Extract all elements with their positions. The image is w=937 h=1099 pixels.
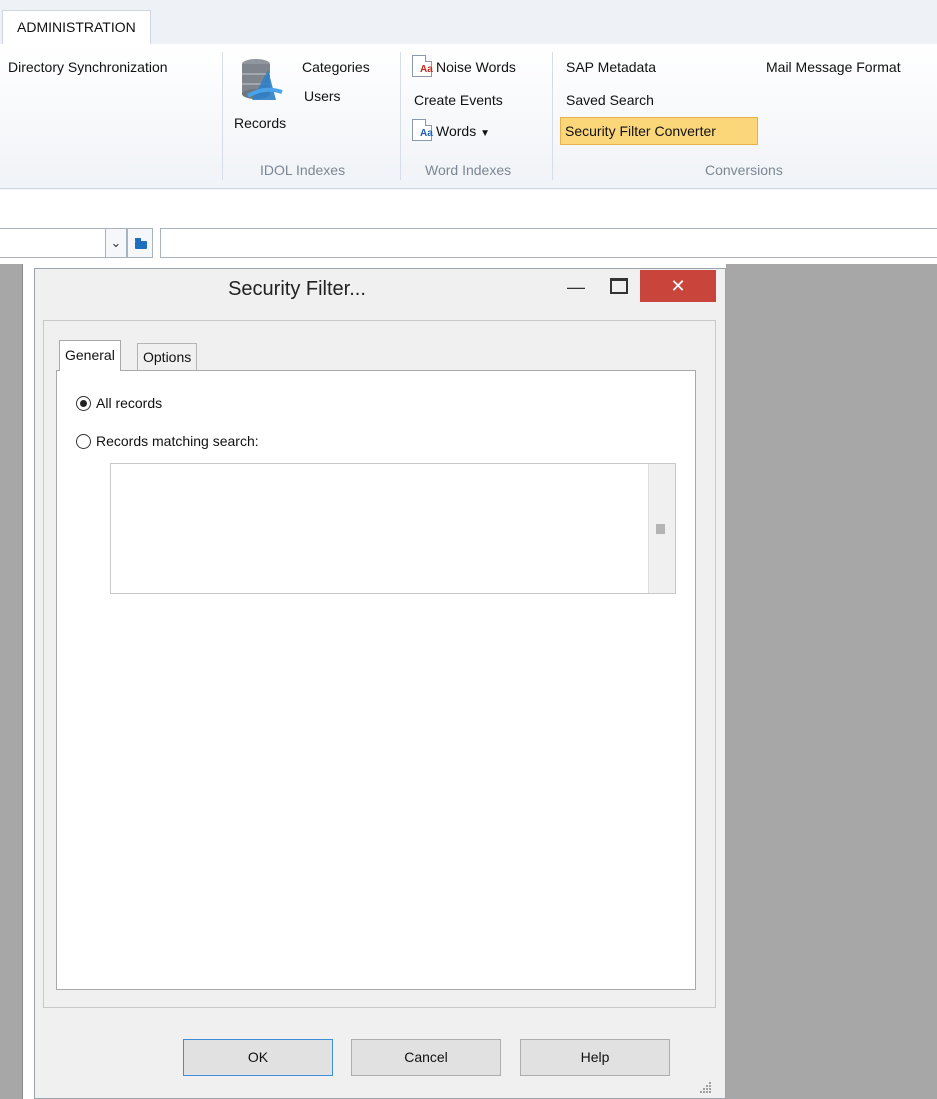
word-indexes-group-label: Word Indexes <box>425 162 512 178</box>
database-records-icon[interactable] <box>238 56 286 106</box>
group-separator <box>222 52 223 180</box>
users-button[interactable]: Users <box>304 88 341 104</box>
help-button[interactable]: Help <box>520 1039 670 1076</box>
tab-general[interactable]: General <box>59 340 121 371</box>
tab-administration[interactable]: ADMINISTRATION <box>2 10 151 44</box>
location-combo[interactable] <box>0 228 106 258</box>
chevron-down-icon: ▼ <box>480 128 490 139</box>
radio-records-matching-search[interactable] <box>76 434 91 449</box>
divider <box>22 264 23 1099</box>
chevron-down-icon[interactable]: ⌄ <box>105 228 127 258</box>
security-filter-converter-button[interactable]: Security Filter Converter <box>560 117 758 145</box>
records-matching-search-label: Records matching search: <box>96 433 259 449</box>
workspace-background <box>726 264 937 1099</box>
sap-metadata-button[interactable]: SAP Metadata <box>566 59 656 75</box>
noise-words-button[interactable]: Noise Words <box>436 59 516 75</box>
idol-indexes-group-label: IDOL Indexes <box>260 162 346 178</box>
all-records-label: All records <box>96 395 163 411</box>
workspace-background <box>0 264 22 1099</box>
address-input[interactable] <box>160 228 937 258</box>
words-label: Words <box>436 123 477 139</box>
group-separator <box>552 52 553 180</box>
minimize-icon[interactable]: — <box>560 272 592 302</box>
directory-synchronization-button[interactable]: Directory Synchronization <box>8 59 168 75</box>
words-icon: Aa <box>412 119 433 141</box>
mail-message-format-button[interactable]: Mail Message Format <box>766 59 901 75</box>
close-icon[interactable]: ✕ <box>640 270 716 302</box>
maximize-icon[interactable] <box>600 272 632 302</box>
cancel-button[interactable]: Cancel <box>351 1039 501 1076</box>
noise-words-icon: Aa <box>412 55 433 77</box>
categories-button[interactable]: Categories <box>302 59 370 75</box>
resize-grip-icon[interactable] <box>700 1082 712 1094</box>
words-button[interactable]: Words ▼ <box>436 123 490 139</box>
scrollbar-thumb[interactable] <box>656 524 665 534</box>
search-textarea[interactable] <box>110 463 676 594</box>
records-button[interactable]: Records <box>234 115 286 131</box>
saved-search-button[interactable]: Saved Search <box>566 92 654 108</box>
create-events-button[interactable]: Create Events <box>414 92 503 108</box>
conversions-group-label: Conversions <box>705 162 783 178</box>
group-separator <box>400 52 401 180</box>
folder-icon[interactable] <box>127 228 153 258</box>
tab-options[interactable]: Options <box>137 343 198 370</box>
ok-button[interactable]: OK <box>183 1039 333 1076</box>
radio-all-records[interactable] <box>76 396 91 411</box>
dialog-title: Security Filter... <box>228 278 366 300</box>
